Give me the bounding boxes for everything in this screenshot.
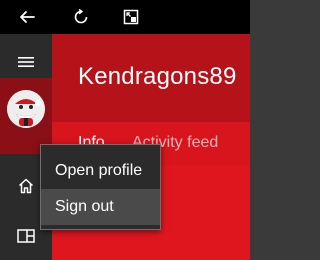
title-bar [0,0,250,34]
page-title: Kendragons89 [78,63,237,90]
profile-context-menu: Open profile Sign out [40,144,161,230]
hamburger-icon [18,57,34,67]
avatar [7,90,45,128]
compact-overlay-icon[interactable] [114,0,148,34]
open-profile-menu-item[interactable]: Open profile [41,153,160,189]
home-icon [18,178,34,194]
panel-layout-icon [17,229,35,243]
refresh-icon[interactable] [64,0,98,34]
santa-avatar-icon [7,90,45,128]
back-arrow-icon[interactable] [10,0,44,34]
profile-header: Kendragons89 [52,34,250,122]
sign-out-menu-item[interactable]: Sign out [41,189,160,225]
profile-avatar-button[interactable] [0,78,52,154]
